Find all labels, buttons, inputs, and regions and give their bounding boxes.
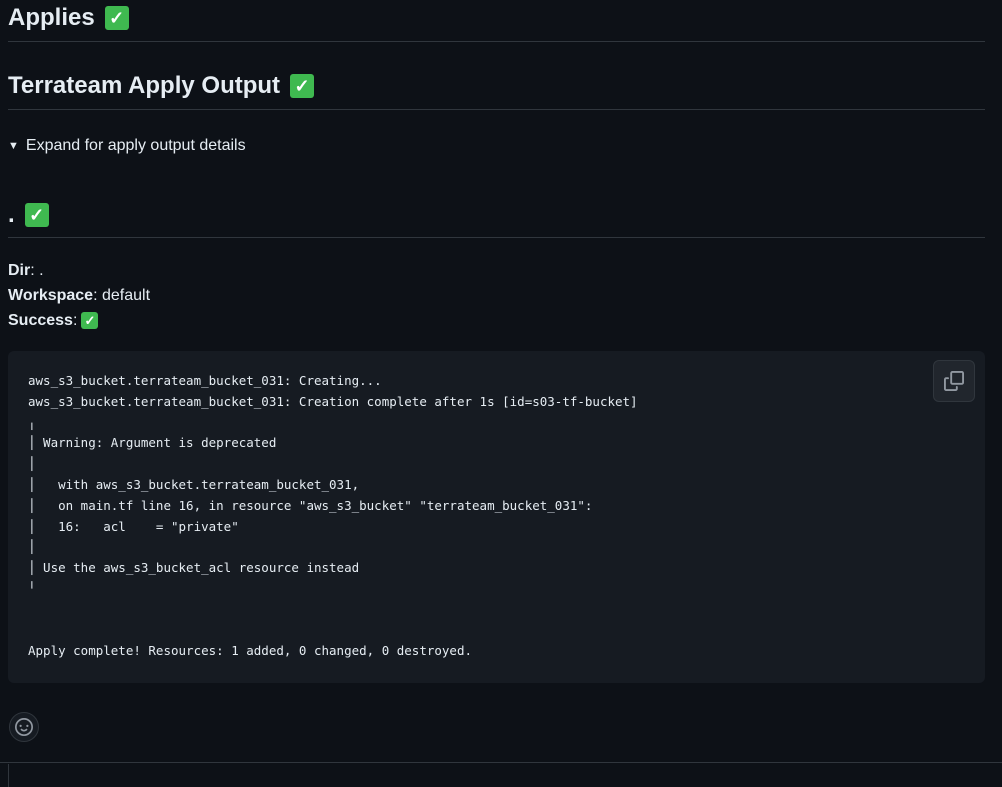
copy-icon <box>944 371 964 391</box>
success-row: Success: ✓ <box>8 308 985 333</box>
dir-heading: . ✓ <box>8 168 985 238</box>
dir-value: : . <box>30 262 44 279</box>
smiley-icon <box>15 718 33 736</box>
dir-label: Dir <box>8 262 31 279</box>
check-mark-icon: ✓ <box>104 5 129 30</box>
applies-heading: Applies ✓ <box>8 0 985 42</box>
success-separator: : <box>72 312 78 329</box>
dir-heading-text: . <box>8 200 15 228</box>
details-summary[interactable]: ▼ Expand for apply output details <box>8 124 985 168</box>
apply-output-heading: Terrateam Apply Output ✓ <box>8 42 985 110</box>
workspace-label: Workspace <box>8 287 94 304</box>
details-summary-text: Expand for apply output details <box>25 137 246 154</box>
dir-row: Dir: . <box>8 258 985 283</box>
add-reaction-button[interactable] <box>9 712 39 742</box>
apply-output-code-block: aws_s3_bucket.terrateam_bucket_031: Crea… <box>8 351 985 683</box>
copy-button[interactable] <box>933 360 975 402</box>
check-mark-icon: ✓ <box>290 73 315 98</box>
apply-output-heading-text: Terrateam Apply Output <box>8 71 281 99</box>
success-label: Success <box>8 312 73 329</box>
divider <box>0 762 1002 763</box>
applies-heading-text: Applies <box>8 3 95 31</box>
workspace-row: Workspace: default <box>8 283 985 308</box>
triangle-down-icon: ▼ <box>8 140 19 152</box>
comment-body: Applies ✓ Terrateam Apply Output ✓ ▼ Exp… <box>0 0 1002 787</box>
run-metadata: Dir: . Workspace: default Success: ✓ <box>8 258 985 333</box>
check-mark-icon: ✓ <box>81 312 99 329</box>
timeline-line <box>8 764 9 787</box>
apply-output-text[interactable]: aws_s3_bucket.terrateam_bucket_031: Crea… <box>28 371 965 662</box>
workspace-value: : default <box>93 287 151 304</box>
check-mark-icon: ✓ <box>24 202 49 227</box>
